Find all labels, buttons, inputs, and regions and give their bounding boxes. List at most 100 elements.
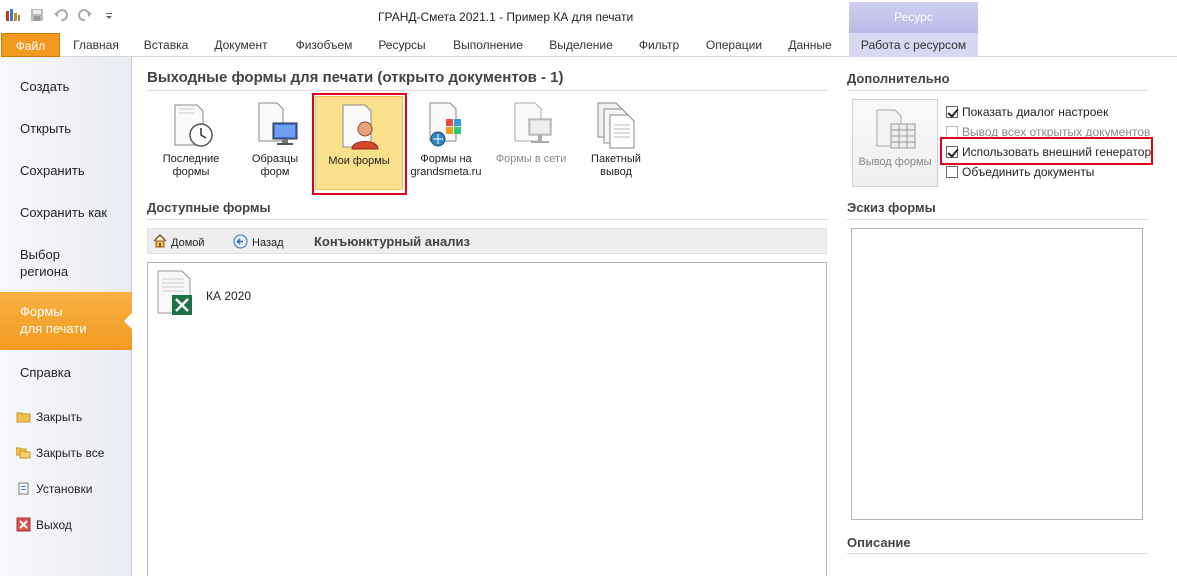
ribbon-tabs: Файл Главная Вставка Документ Физобъем Р… (0, 33, 1177, 57)
batch-output-icon (592, 101, 640, 149)
checkbox-show-settings-dialog[interactable] (946, 106, 958, 118)
menu-close[interactable]: Закрыть (16, 409, 82, 424)
recent-forms-button[interactable]: Последние формы (146, 95, 236, 193)
tab-execution[interactable]: Выполнение (444, 33, 532, 57)
output-form-button[interactable]: Вывод формы (852, 99, 938, 187)
back-button[interactable]: Назад (233, 234, 284, 252)
home-icon (153, 233, 167, 251)
form-sketch-preview (851, 228, 1143, 520)
menu-print-forms-line1: Формы (20, 304, 63, 319)
exit-icon (16, 517, 31, 532)
menu-close-all[interactable]: Закрыть все (15, 445, 105, 460)
menu-print-forms-line2: для печати (20, 321, 87, 336)
tab-filter[interactable]: Фильтр (630, 33, 688, 57)
title-bar: ГРАНД-Смета 2021.1 - Пример КА для печат… (0, 0, 1177, 33)
settings-icon (16, 481, 31, 496)
menu-open[interactable]: Открыть (0, 108, 131, 150)
app-logo-icon[interactable] (4, 6, 22, 24)
menu-settings[interactable]: Установки (16, 481, 92, 496)
extra-divider (847, 90, 1147, 91)
available-forms-title: Доступные формы (147, 200, 271, 215)
backstage-menu: Создать Открыть Сохранить Сохранить как … (0, 57, 133, 576)
recent-forms-line1: Последние (162, 153, 220, 165)
option-show-settings-dialog[interactable]: Показать диалог настроек (946, 102, 1151, 122)
highlight-external-generator (940, 137, 1153, 165)
menu-select-region-line1: Выбор (20, 247, 60, 262)
folder-close-icon (16, 409, 31, 424)
context-group-header: Ресурс (849, 2, 978, 33)
back-label: Назад (252, 237, 284, 249)
current-folder-title: Конъюнктурный анализ (314, 234, 470, 249)
highlight-my-forms (312, 93, 407, 195)
file-name: КА 2020 (206, 288, 252, 303)
tab-home[interactable]: Главная (64, 33, 128, 57)
tab-insert[interactable]: Вставка (136, 33, 196, 57)
folder-navbar: Домой Назад Конъюнктурный анализ (147, 228, 827, 254)
menu-help[interactable]: Справка (0, 352, 131, 394)
tab-selection[interactable]: Выделение (541, 33, 621, 57)
option-merge-documents-label: Объединить документы (962, 165, 1095, 179)
form-samples-line2: форм (260, 166, 290, 178)
home-label: Домой (171, 236, 205, 249)
tab-operations[interactable]: Операции (698, 33, 770, 57)
menu-print-forms[interactable]: Формы для печати (0, 292, 133, 350)
tab-file[interactable]: Файл (1, 33, 60, 57)
form-samples-icon (251, 101, 299, 149)
menu-close-all-label: Закрыть все (36, 445, 105, 460)
web-forms-line2: grandsmeta.ru (410, 166, 482, 178)
tab-document[interactable]: Документ (205, 33, 277, 57)
menu-create[interactable]: Создать (0, 66, 131, 108)
checkbox-merge-documents[interactable] (946, 166, 958, 178)
tab-resource-work[interactable]: Работа с ресурсом (849, 33, 978, 57)
web-forms-icon (422, 101, 470, 149)
form-samples-button[interactable]: Образцы форм (230, 95, 320, 193)
web-forms-button[interactable]: Формы на grandsmeta.ru (401, 95, 491, 193)
list-item[interactable]: КА 2020 (156, 269, 251, 322)
menu-settings-label: Установки (36, 481, 93, 496)
network-forms-icon (507, 101, 555, 149)
active-indicator-arrow (124, 312, 133, 330)
batch-output-line1: Пакетный (591, 153, 641, 165)
customize-toolbar-icon[interactable] (100, 6, 118, 24)
tab-resources[interactable]: Ресурсы (371, 33, 433, 57)
tab-physvolume[interactable]: Физобъем (287, 33, 361, 57)
batch-output-line2: вывод (600, 166, 632, 178)
page-title: Выходные формы для печати (открыто докум… (147, 69, 564, 86)
network-forms-button[interactable]: Формы в сети (486, 95, 576, 193)
web-forms-line1: Формы на (420, 153, 472, 165)
form-samples-line1: Образцы (251, 153, 299, 165)
description-title: Описание (847, 535, 911, 550)
menu-exit[interactable]: Выход (16, 517, 72, 532)
available-divider (147, 219, 827, 220)
menu-select-region-line2: региона (20, 264, 69, 279)
menu-save-as[interactable]: Сохранить как (0, 192, 131, 234)
window-title: ГРАНД-Смета 2021.1 - Пример КА для печат… (378, 10, 634, 24)
save-icon[interactable] (28, 6, 46, 24)
batch-output-button[interactable]: Пакетный вывод (571, 95, 661, 193)
folders-close-icon (15, 445, 31, 460)
sketch-divider (847, 219, 1147, 220)
extra-title: Дополнительно (847, 71, 950, 86)
menu-save[interactable]: Сохранить (0, 150, 131, 192)
network-forms-label: Формы в сети (495, 153, 567, 165)
option-merge-documents[interactable]: Объединить документы (946, 162, 1151, 182)
redo-icon[interactable] (76, 6, 94, 24)
quick-access-toolbar (4, 6, 118, 24)
title-divider (147, 90, 827, 91)
forms-list: КА 2020 (147, 262, 827, 576)
menu-close-label: Закрыть (36, 409, 83, 424)
sketch-title: Эскиз формы (847, 200, 936, 215)
output-form-label: Вывод формы (858, 156, 932, 168)
description-divider (847, 553, 1147, 554)
excel-form-icon (156, 269, 200, 322)
output-form-icon (871, 108, 919, 152)
tab-data[interactable]: Данные (780, 33, 840, 57)
recent-forms-icon (167, 101, 215, 149)
home-button[interactable]: Домой (153, 233, 205, 251)
undo-icon[interactable] (52, 6, 70, 24)
back-arrow-icon (233, 234, 248, 252)
recent-forms-line2: формы (172, 166, 210, 178)
menu-exit-label: Выход (36, 517, 72, 532)
menu-select-region[interactable]: Выбор региона (0, 242, 131, 286)
option-show-settings-dialog-label: Показать диалог настроек (962, 105, 1109, 119)
